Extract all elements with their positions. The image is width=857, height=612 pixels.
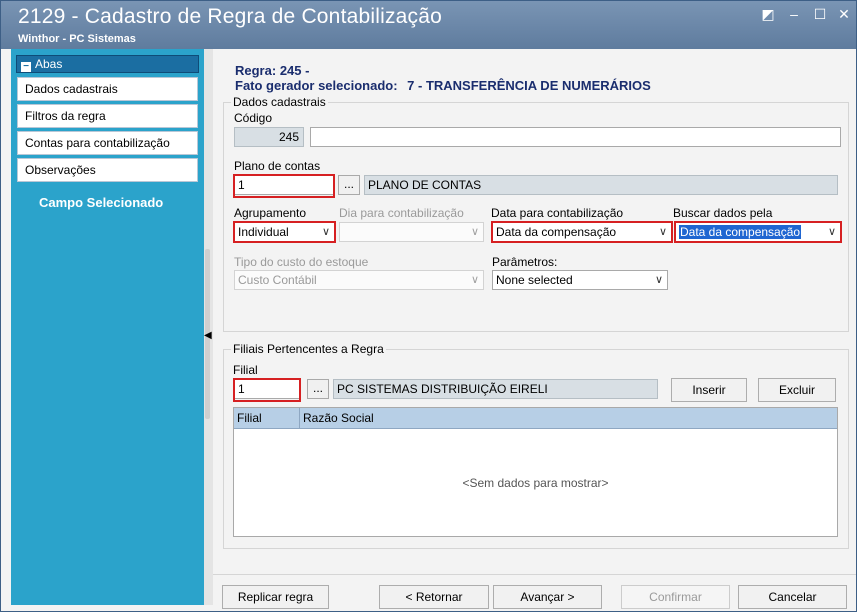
filiais-table[interactable]: Filial Razão Social <Sem dados para most… — [233, 407, 838, 537]
agrupamento-label: Agrupamento — [234, 206, 307, 220]
agrupamento-select[interactable]: Individual ∨ — [234, 222, 335, 242]
sidebar-item-contas-para-contabilizacao[interactable]: Contas para contabilização — [17, 131, 198, 155]
data-contabilizacao-value: Data da compensação — [496, 225, 617, 239]
close-button[interactable]: ✕ — [835, 5, 853, 23]
parametros-label: Parâmetros: — [492, 255, 558, 269]
tipo-custo-label: Tipo do custo do estoque — [234, 255, 369, 269]
codigo-field: 245 — [234, 127, 304, 147]
retornar-button[interactable]: < Retornar — [379, 585, 489, 609]
inserir-button[interactable]: Inserir — [671, 378, 747, 402]
minimize-button[interactable]: – — [785, 5, 803, 23]
rule-label: Regra: — [235, 63, 277, 78]
panel-splitter[interactable]: ◀ — [204, 49, 213, 605]
filial-lookup-button[interactable]: ... — [307, 379, 329, 399]
sidebar-item-dados-cadastrais[interactable]: Dados cadastrais — [17, 77, 198, 101]
sidebar-header-label: Abas — [35, 57, 63, 71]
avancar-button[interactable]: Avançar > — [493, 585, 602, 609]
chevron-down-icon: ∨ — [827, 226, 836, 238]
window-subtitle: Winthor - PC Sistemas — [18, 33, 136, 45]
column-header-filial[interactable]: Filial — [234, 408, 300, 429]
restore-icon[interactable]: ◩ — [759, 5, 777, 23]
buscar-dados-value: Data da compensação — [679, 225, 802, 239]
plano-lookup-button[interactable]: ... — [338, 175, 360, 195]
chevron-down-icon: ∨ — [470, 274, 479, 286]
data-contabilizacao-select[interactable]: Data da compensação ∨ — [492, 222, 672, 242]
title-bar[interactable]: 2129 - Cadastro de Regra de Contabilizaç… — [1, 1, 856, 49]
filial-field[interactable]: 1 — [234, 379, 300, 399]
collapse-arrow-icon[interactable]: ◀ — [204, 330, 212, 341]
tipo-custo-select: Custo Contábil ∨ — [234, 270, 484, 290]
replicar-regra-button[interactable]: Replicar regra — [222, 585, 329, 609]
sidebar: − Abas Dados cadastrais Filtros da regra … — [11, 49, 204, 605]
dia-label: Dia para contabilização — [339, 206, 464, 220]
empty-table-message: <Sem dados para mostrar> — [462, 476, 609, 490]
app-window: 2129 - Cadastro de Regra de Contabilizaç… — [0, 0, 857, 612]
collapse-icon[interactable]: − — [21, 62, 31, 72]
buscar-dados-label: Buscar dados pela — [673, 206, 773, 220]
excluir-button[interactable]: Excluir — [758, 378, 836, 402]
main-content: Regra: 245 - Fato gerador selecionado: 7… — [213, 49, 856, 611]
plano-de-contas-label: Plano de contas — [234, 159, 321, 173]
dia-select: ∨ — [339, 222, 484, 242]
trigger-value: 7 - TRANSFERÊNCIA DE NUMERÁRIOS — [407, 78, 651, 93]
table-header: Filial Razão Social — [234, 408, 837, 429]
agrupamento-value: Individual — [238, 225, 289, 239]
tipo-custo-value: Custo Contábil — [238, 273, 317, 287]
column-header-razao-social[interactable]: Razão Social — [300, 408, 837, 429]
parametros-select[interactable]: None selected ∨ — [492, 270, 668, 290]
dados-cadastrais-title: Dados cadastrais — [231, 95, 328, 109]
sidebar-header[interactable]: − Abas — [16, 55, 199, 73]
maximize-button[interactable]: ☐ — [811, 5, 829, 23]
filiais-title: Filiais Pertencentes a Regra — [231, 342, 386, 356]
buscar-dados-select[interactable]: Data da compensação ∨ — [675, 222, 841, 242]
codigo-label: Código — [234, 111, 273, 125]
descricao-field[interactable] — [310, 127, 841, 147]
confirmar-button: Confirmar — [621, 585, 730, 609]
rule-header: Regra: 245 - Fato gerador selecionado: 7… — [235, 63, 651, 93]
sidebar-item-filtros-da-regra[interactable]: Filtros da regra — [17, 104, 198, 128]
cancelar-button[interactable]: Cancelar — [738, 585, 847, 609]
window-title: 2129 - Cadastro de Regra de Contabilizaç… — [18, 5, 442, 28]
sidebar-item-observacoes[interactable]: Observações — [17, 158, 198, 182]
plano-de-contas-desc: PLANO DE CONTAS — [364, 175, 838, 195]
chevron-down-icon: ∨ — [470, 226, 479, 238]
parametros-value: None selected — [496, 273, 573, 287]
chevron-down-icon: ∨ — [654, 274, 663, 286]
chevron-down-icon: ∨ — [658, 226, 667, 238]
selected-field-label: Campo Selecionado — [39, 195, 164, 210]
data-contabilizacao-label: Data para contabilização — [491, 206, 624, 220]
filial-desc: PC SISTEMAS DISTRIBUIÇÃO EIRELI — [333, 379, 658, 399]
plano-de-contas-field[interactable]: 1 — [234, 175, 334, 195]
rule-value: 245 - — [279, 63, 310, 78]
filial-label: Filial — [233, 363, 258, 377]
chevron-down-icon: ∨ — [321, 226, 330, 238]
trigger-label: Fato gerador selecionado: — [235, 78, 398, 93]
footer-bar: Replicar regra < Retornar Avançar > Conf… — [213, 574, 856, 611]
